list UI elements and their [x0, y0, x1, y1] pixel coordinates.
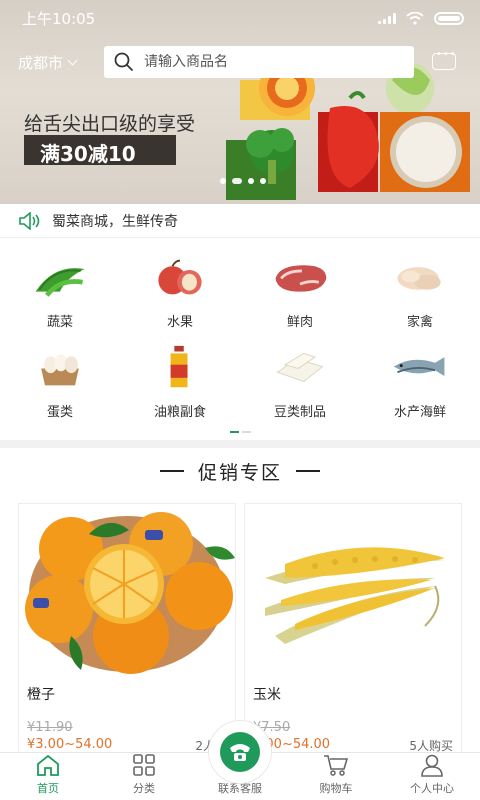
title-dash [296, 470, 320, 472]
location-search-bar: 成都市 [0, 44, 480, 80]
category-poultry[interactable]: 家禽 [360, 240, 480, 330]
category-label: 豆类制品 [273, 405, 326, 420]
tab-category[interactable]: 分类 [96, 753, 192, 800]
pager-dot [242, 431, 251, 433]
speaker-icon [19, 211, 40, 230]
tab-profile[interactable]: 个人中心 [384, 753, 480, 800]
signal-icon [378, 12, 396, 24]
product-name: 玉米 [253, 687, 281, 703]
phone-icon [230, 744, 250, 761]
product-price: ¥3.00~54.00 [27, 737, 113, 752]
fish-icon [393, 357, 445, 376]
category-label: 水产海鲜 [393, 405, 446, 420]
section-title: 促销专区 [197, 461, 282, 484]
section-header: 促销专区 [0, 455, 480, 487]
search-icon [114, 52, 134, 72]
top-banner[interactable]: 上午10:05 成都市 给舌尖出口级的享受 满30减1 [0, 0, 480, 204]
city-label: 成都市 [18, 54, 64, 72]
banner-dot [220, 178, 226, 184]
corn-image [265, 547, 445, 644]
category-pager [230, 431, 251, 433]
contact-service-button[interactable] [208, 720, 272, 784]
home-icon [37, 754, 59, 776]
status-icons [378, 11, 464, 25]
tab-label: 个人中心 [410, 782, 454, 795]
tab-cart[interactable]: 购物车 [288, 753, 384, 800]
category-meat[interactable]: 鲜肉 [240, 240, 360, 330]
pager-dot-active [230, 431, 239, 433]
category-label: 家禽 [406, 315, 433, 330]
egg-icon [41, 354, 79, 386]
section-divider [0, 440, 480, 448]
banner-dot [260, 178, 266, 184]
grid-icon [133, 754, 155, 776]
banner-dot [248, 178, 254, 184]
category-label: 鲜肉 [286, 315, 313, 330]
category-grid: 蔬菜 水果 鲜肉 家禽 蛋类 油粮副食 豆类制品 水产海鲜 [0, 240, 480, 440]
banner-slogan: 给舌尖出口级的享受 [24, 113, 196, 135]
category-tofu[interactable]: 豆类制品 [240, 330, 360, 420]
search-input[interactable] [144, 54, 384, 70]
meat-icon [275, 265, 327, 292]
tab-label: 购物车 [319, 782, 353, 795]
category-label: 油粮副食 [153, 405, 206, 420]
orange-image [25, 512, 235, 674]
wifi-icon [406, 11, 424, 25]
vegetable-icon [35, 268, 85, 297]
banner-dot-active [232, 178, 242, 184]
banner-promo-badge: 满30减10 [24, 135, 176, 166]
status-time: 上午10:05 [22, 9, 96, 28]
tofu-icon [276, 352, 324, 383]
poultry-icon [397, 267, 441, 290]
product-card-orange[interactable]: 橙子 ¥11.90 ¥3.00~54.00 2人购 [18, 503, 236, 753]
user-icon [421, 754, 443, 777]
apple-icon [158, 259, 202, 295]
category-vegetable[interactable]: 蔬菜 [0, 240, 120, 330]
search-box[interactable] [104, 46, 414, 78]
tab-label: 分类 [133, 782, 155, 795]
product-name: 橙子 [27, 687, 55, 703]
notice-bar[interactable]: 蜀菜商城，生鲜传奇 [0, 204, 480, 238]
city-selector[interactable]: 成都市 [18, 52, 78, 73]
service-circle [220, 732, 260, 772]
chevron-down-icon [67, 55, 78, 66]
tab-label: 首页 [37, 782, 59, 795]
category-label: 蛋类 [46, 405, 73, 420]
category-egg[interactable]: 蛋类 [0, 330, 120, 420]
battery-icon [434, 11, 464, 25]
category-label: 蔬菜 [46, 315, 73, 330]
category-fruit[interactable]: 水果 [120, 240, 240, 330]
product-old-price: ¥11.90 [27, 720, 73, 735]
message-icon[interactable] [432, 49, 457, 70]
oil-icon [170, 345, 188, 388]
cart-icon [324, 755, 349, 776]
tab-home[interactable]: 首页 [0, 753, 96, 800]
title-dash [159, 470, 184, 472]
category-label: 水果 [166, 315, 193, 330]
status-bar: 上午10:05 [0, 0, 480, 36]
category-seafood[interactable]: 水产海鲜 [360, 330, 480, 420]
notice-text: 蜀菜商城，生鲜传奇 [52, 213, 178, 230]
banner-pagination [220, 178, 266, 184]
product-card-corn[interactable]: 玉米 ¥7.50 3.00~54.00 5人购买 [244, 503, 462, 753]
category-oil[interactable]: 油粮副食 [120, 330, 240, 420]
